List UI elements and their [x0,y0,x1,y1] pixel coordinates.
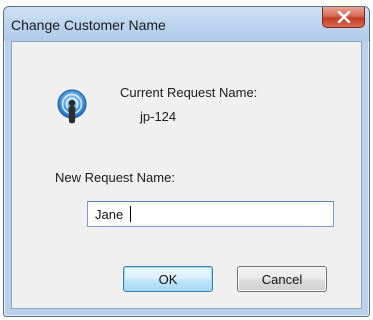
new-request-label: New Request Name: [55,170,175,185]
new-request-name-input[interactable] [87,201,334,227]
close-button[interactable] [322,7,365,28]
close-icon [337,11,350,23]
current-request-value: jp-124 [140,109,177,124]
title-bar[interactable]: Change Customer Name [4,7,369,41]
dialog-body: Current Request Name: jp-124 New Request… [11,41,362,309]
ok-button[interactable]: OK [123,266,213,292]
text-caret [130,206,131,222]
dialog-window: Change Customer Name Current Request Nam… [3,6,370,317]
dialog-title: Change Customer Name [11,17,166,33]
cancel-button[interactable]: Cancel [237,266,327,292]
request-broadcast-icon [57,89,87,124]
current-request-label: Current Request Name: [120,85,258,100]
